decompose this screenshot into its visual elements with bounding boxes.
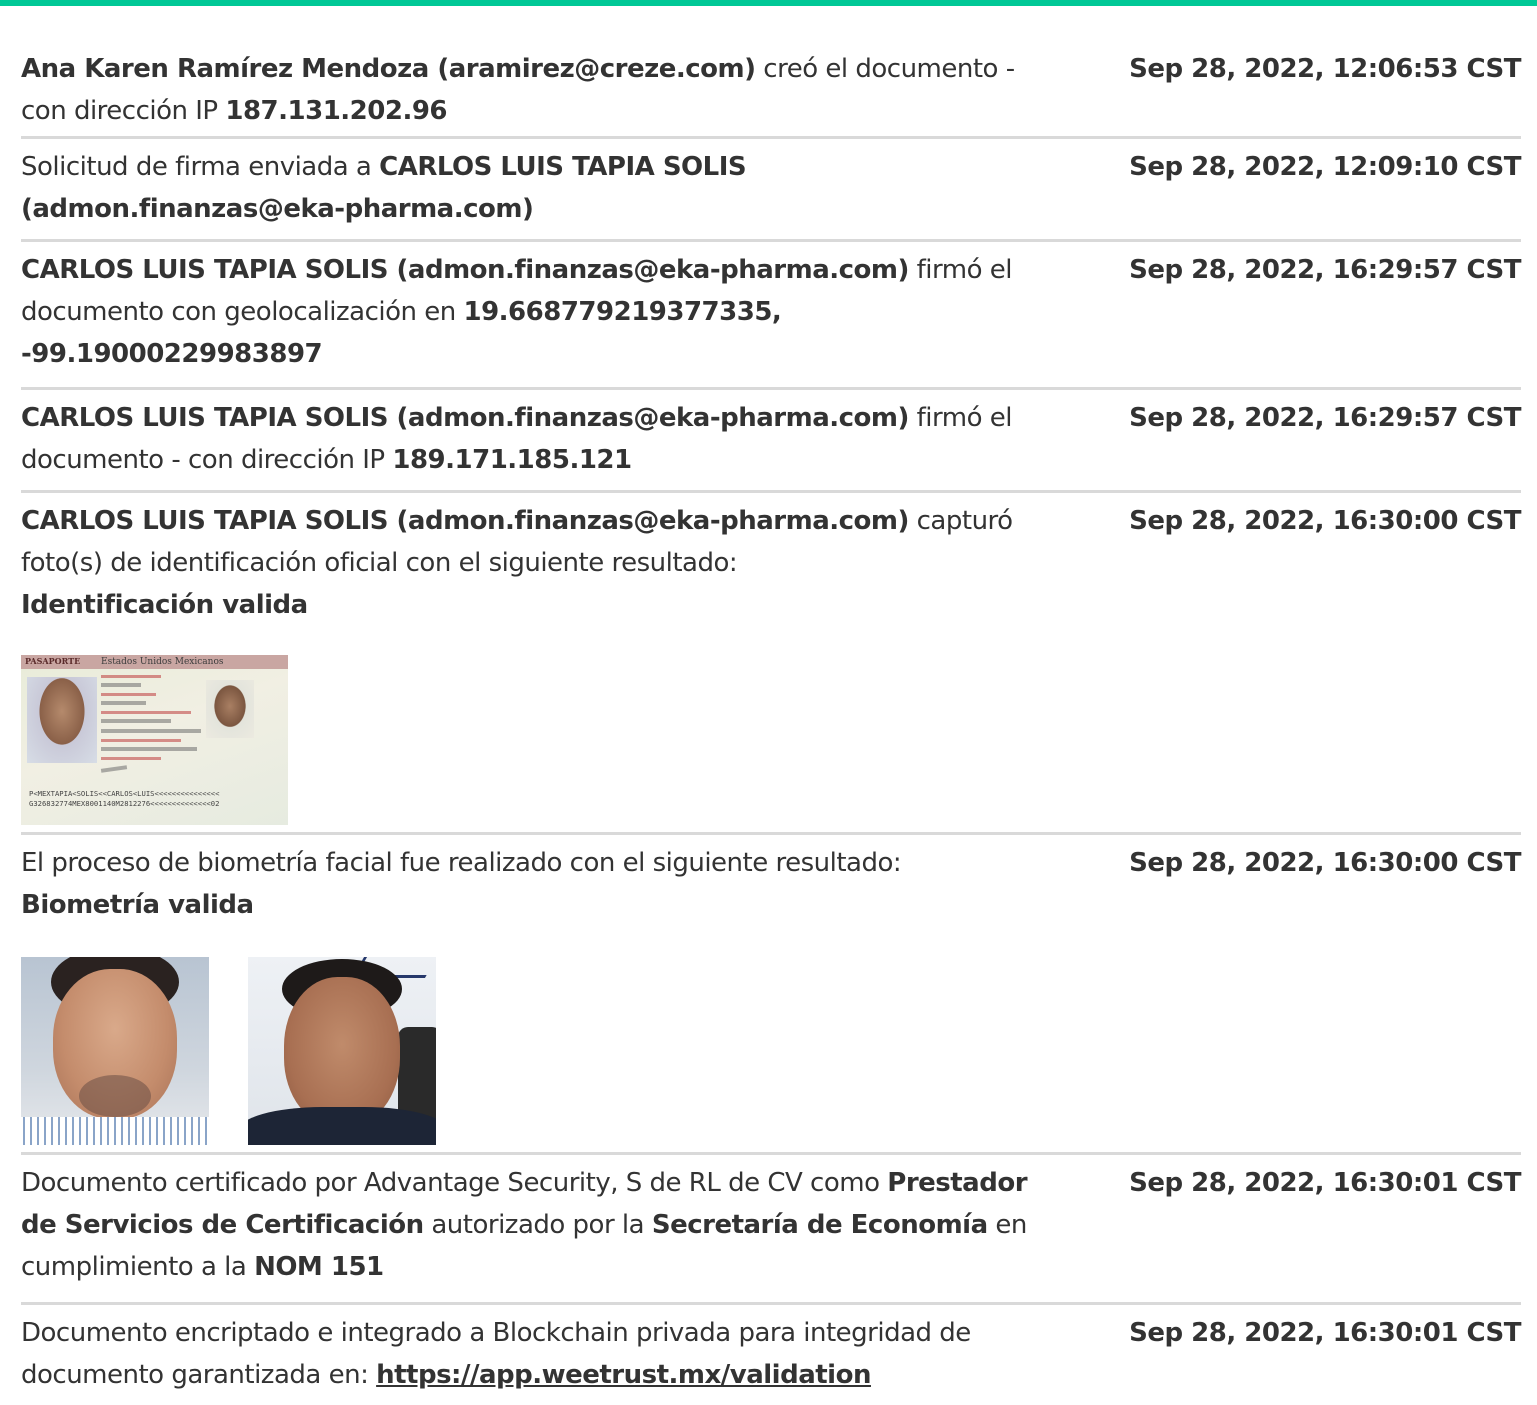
log-entry: Ana Karen Ramírez Mendoza (aramirez@crez… [21, 44, 1521, 139]
log-entry-timestamp: Sep 28, 2022, 16:29:57 CST [1129, 255, 1521, 285]
log-entry: Documento certificado por Advantage Secu… [21, 1155, 1521, 1305]
passport-portrait [27, 677, 97, 763]
log-entry: CARLOS LUIS TAPIA SOLIS (admon.finanzas@… [21, 242, 1521, 390]
log-entry-timestamp: Sep 28, 2022, 16:29:57 CST [1129, 403, 1521, 433]
passport-mrz-line: P<MEXTAPIA<SOLIS<<CARLOS<LUIS<<<<<<<<<<<… [29, 789, 220, 798]
log-entry-description: CARLOS LUIS TAPIA SOLIS (admon.finanzas@… [21, 506, 1013, 620]
passport-mrz-line: G326832774MEX8001140M2812276<<<<<<<<<<<<… [29, 799, 220, 808]
log-entry-description: Solicitud de firma enviada a CARLOS LUIS… [21, 152, 747, 224]
log-entry: CARLOS LUIS TAPIA SOLIS (admon.finanzas@… [21, 390, 1521, 493]
log-entry: Solicitud de firma enviada a CARLOS LUIS… [21, 139, 1521, 242]
log-entry: CARLOS LUIS TAPIA SOLIS (admon.finanzas@… [21, 493, 1521, 835]
log-entry: Documento encriptado e integrado a Block… [21, 1305, 1521, 1405]
log-entry-description: Documento encriptado e integrado a Block… [21, 1318, 971, 1390]
log-entry-timestamp: Sep 28, 2022, 16:30:00 CST [1129, 506, 1521, 536]
log-entry-timestamp: Sep 28, 2022, 16:30:00 CST [1129, 848, 1521, 878]
log-entry-description: Documento certificado por Advantage Secu… [21, 1168, 1028, 1282]
log-entry-description: CARLOS LUIS TAPIA SOLIS (admon.finanzas@… [21, 403, 1012, 475]
passport-photo[interactable]: PASAPORTE Estados Unidos Mexicanos P<MEX… [21, 655, 288, 825]
top-accent-bar [0, 0, 1537, 6]
log-entry-timestamp: Sep 28, 2022, 16:30:01 CST [1129, 1318, 1521, 1348]
log-entry: El proceso de biometría facial fue reali… [21, 835, 1521, 1155]
validation-link[interactable]: https://app.weetrust.mx/validation [376, 1360, 871, 1390]
log-entry-description: Ana Karen Ramírez Mendoza (aramirez@crez… [21, 54, 1015, 126]
passport-header: PASAPORTE [25, 656, 81, 666]
face-id-photo[interactable] [21, 957, 209, 1145]
log-entry-timestamp: Sep 28, 2022, 12:06:53 CST [1129, 54, 1521, 84]
face-selfie-photo[interactable] [248, 957, 436, 1145]
log-entry-timestamp: Sep 28, 2022, 12:09:10 CST [1129, 152, 1521, 182]
log-entry-description: El proceso de biometría facial fue reali… [21, 848, 902, 920]
log-entry-timestamp: Sep 28, 2022, 16:30:01 CST [1129, 1168, 1521, 1198]
passport-ghost-portrait [206, 680, 254, 738]
audit-log: Ana Karen Ramírez Mendoza (aramirez@crez… [21, 44, 1521, 1405]
passport-country: Estados Unidos Mexicanos [101, 657, 224, 667]
log-entry-description: CARLOS LUIS TAPIA SOLIS (admon.finanzas@… [21, 255, 1012, 369]
